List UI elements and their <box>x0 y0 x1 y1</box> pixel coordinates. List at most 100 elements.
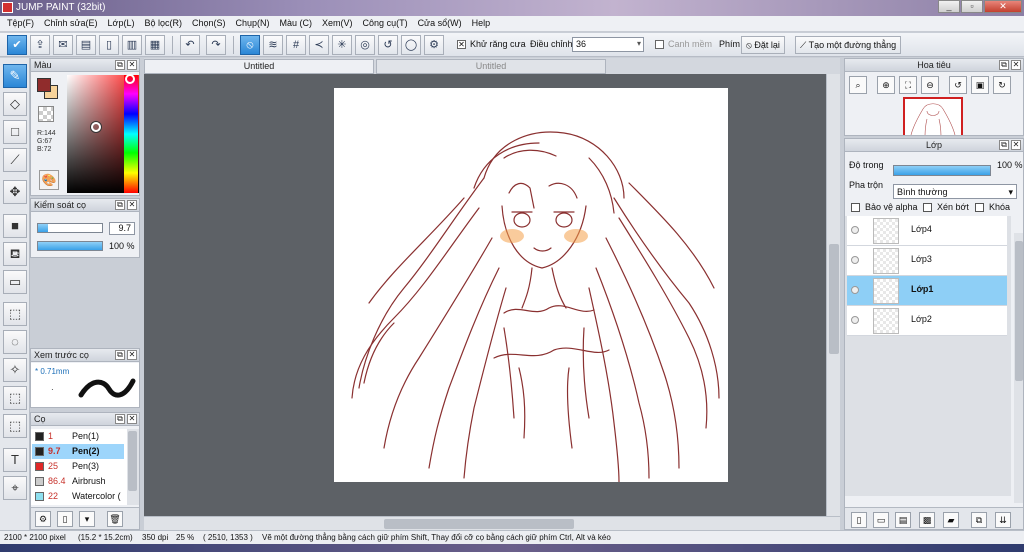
delete-brush-icon[interactable]: 🗑 <box>107 511 123 527</box>
close-icon[interactable]: ✕ <box>127 350 137 360</box>
color-picker-handle[interactable] <box>91 122 101 132</box>
document-icon[interactable]: ▯ <box>99 35 119 55</box>
brush-item[interactable]: 25 Pen(3) <box>32 459 124 474</box>
gradient-tool-icon[interactable]: ▭ <box>3 270 27 294</box>
palette-icon[interactable]: 🎨 <box>39 170 59 190</box>
layer-list-scrollbar[interactable] <box>1014 233 1023 503</box>
antialias-checkbox[interactable]: ✕ <box>457 40 466 49</box>
select-pen-tool-icon[interactable]: ⬚ <box>3 386 27 410</box>
canvas-area[interactable] <box>144 74 826 516</box>
lock-checkbox[interactable] <box>975 203 984 212</box>
merge-layer-icon[interactable]: ⇊ <box>995 512 1011 528</box>
close-icon[interactable]: ✕ <box>127 414 137 424</box>
brush-tool-icon[interactable]: ✎ <box>3 64 27 88</box>
snap-off-icon[interactable]: ⦸ <box>240 35 260 55</box>
layer-row[interactable]: Lớp4 <box>847 216 1007 246</box>
snap-grid-icon[interactable]: # <box>286 35 306 55</box>
line-tool-icon[interactable]: ⟋ <box>3 148 27 172</box>
protect-alpha-checkbox[interactable] <box>851 203 860 212</box>
menu-color[interactable]: Màu (C) <box>275 16 318 31</box>
reset-button[interactable]: ⦸ Đặt lại <box>741 36 785 54</box>
snap-radial-icon[interactable]: ✳ <box>332 35 352 55</box>
layer-row[interactable]: Lớp2 <box>847 306 1007 336</box>
undock-icon[interactable]: ⧉ <box>999 60 1009 70</box>
layer-opacity-slider[interactable] <box>893 165 991 176</box>
close-icon[interactable]: ✕ <box>127 60 137 70</box>
transparent-color-swatch[interactable] <box>38 106 54 122</box>
message-icon[interactable]: ▤ <box>76 35 96 55</box>
zoom-in-icon[interactable]: ⊕ <box>877 76 895 94</box>
brush-item[interactable]: 9.7 Pen(2) <box>32 444 124 459</box>
rect-select-tool-icon[interactable]: ⬚ <box>3 302 27 326</box>
snap-parallel-icon[interactable]: ≋ <box>263 35 283 55</box>
blend-mode-select[interactable]: Bình thường ▾ <box>893 184 1017 199</box>
brush-list-scrollbar[interactable] <box>127 429 139 505</box>
new-layer-icon[interactable]: ▯ <box>851 512 867 528</box>
new-brush-icon[interactable]: ▯ <box>57 511 73 527</box>
clip-checkbox[interactable] <box>923 203 932 212</box>
menu-capture[interactable]: Chụp(N) <box>231 16 275 31</box>
undock-icon[interactable]: ⧉ <box>115 350 125 360</box>
brush-menu-icon[interactable]: ▾ <box>79 511 95 527</box>
new-raster-layer-icon[interactable]: ▭ <box>873 512 889 528</box>
layer-folder-icon[interactable]: ▰ <box>943 512 959 528</box>
text-tool-icon[interactable]: T <box>3 448 27 472</box>
menu-select[interactable]: Chọn(S) <box>187 16 231 31</box>
close-icon[interactable]: ✕ <box>127 200 137 210</box>
bucket-tool-icon[interactable]: ⛾ <box>3 242 27 266</box>
undock-icon[interactable]: ⧉ <box>115 200 125 210</box>
brush-item[interactable]: 22 Watercolor ( <box>32 489 124 504</box>
undock-icon[interactable]: ⧉ <box>115 60 125 70</box>
brush-item[interactable]: 1 Pen(1) <box>32 429 124 444</box>
quick-access-icon[interactable]: ✔ <box>7 35 27 55</box>
brush-size-input[interactable]: 9.7 <box>109 222 135 235</box>
visibility-icon[interactable] <box>851 256 859 264</box>
fill-rect-tool-icon[interactable]: ■ <box>3 214 27 238</box>
menu-window[interactable]: Cửa sổ(W) <box>413 16 467 31</box>
eyedropper-tool-icon[interactable]: ⌖ <box>3 476 27 500</box>
adjust-select[interactable]: 36 ▾ <box>572 37 644 52</box>
lasso-tool-icon[interactable]: ◌ <box>3 330 27 354</box>
snap-circle-icon[interactable]: ◯ <box>401 35 421 55</box>
undock-icon[interactable]: ⧉ <box>115 414 125 424</box>
zoom-icon[interactable]: ⌕ <box>849 76 867 94</box>
layer-row[interactable]: Lớp3 <box>847 246 1007 276</box>
close-icon[interactable]: ✕ <box>1011 140 1021 150</box>
rotate-left-icon[interactable]: ↺ <box>949 76 967 94</box>
rotate-right-icon[interactable]: ↻ <box>993 76 1011 94</box>
straight-line-button[interactable]: ⟋ Tạo một đường thẳng <box>795 36 902 54</box>
menu-help[interactable]: Help <box>467 16 496 31</box>
rectangle-tool-icon[interactable]: □ <box>3 120 27 144</box>
brush-item[interactable]: 86.4 Airbrush <box>32 474 124 489</box>
brush-settings-icon[interactable]: ⚙ <box>35 511 51 527</box>
select-eraser-tool-icon[interactable]: ⬚ <box>3 414 27 438</box>
menu-tools[interactable]: Công cụ(T) <box>358 16 413 31</box>
move-tool-icon[interactable]: ✥ <box>3 180 27 204</box>
navigator-thumbnail[interactable] <box>903 97 963 135</box>
redo-icon[interactable]: ↷ <box>206 35 226 55</box>
eraser-tool-icon[interactable]: ◇ <box>3 92 27 116</box>
export-icon[interactable]: ⇪ <box>30 35 50 55</box>
magic-wand-tool-icon[interactable]: ✧ <box>3 358 27 382</box>
layer-row[interactable]: Lớp1 <box>847 276 1007 306</box>
drawing-canvas[interactable] <box>334 88 728 483</box>
tab-untitled-2[interactable]: Untitled <box>376 59 606 74</box>
close-icon[interactable]: ✕ <box>1011 60 1021 70</box>
undock-icon[interactable]: ⧉ <box>999 140 1009 150</box>
visibility-icon[interactable] <box>851 286 859 294</box>
brush-opacity-slider[interactable] <box>37 241 103 251</box>
tab-untitled-1[interactable]: Untitled <box>144 59 374 74</box>
comment-icon[interactable]: ✉ <box>53 35 73 55</box>
pages-icon[interactable]: ▥ <box>122 35 142 55</box>
maximize-button[interactable]: ▫ <box>961 0 983 13</box>
foreground-color-swatch[interactable] <box>37 78 51 92</box>
minimize-button[interactable]: _ <box>938 0 960 13</box>
menu-layer[interactable]: Lớp(L) <box>103 16 140 31</box>
hue-handle[interactable] <box>125 74 135 84</box>
duplicate-layer-icon[interactable]: ⧉ <box>971 512 987 528</box>
snap-perspective-icon[interactable]: ≺ <box>309 35 329 55</box>
menu-file[interactable]: Tệp(F) <box>2 16 39 31</box>
vertical-scroll-thumb[interactable] <box>829 244 839 354</box>
fit-icon[interactable]: ⛶ <box>899 76 917 94</box>
menu-edit[interactable]: Chỉnh sửa(E) <box>39 16 103 31</box>
